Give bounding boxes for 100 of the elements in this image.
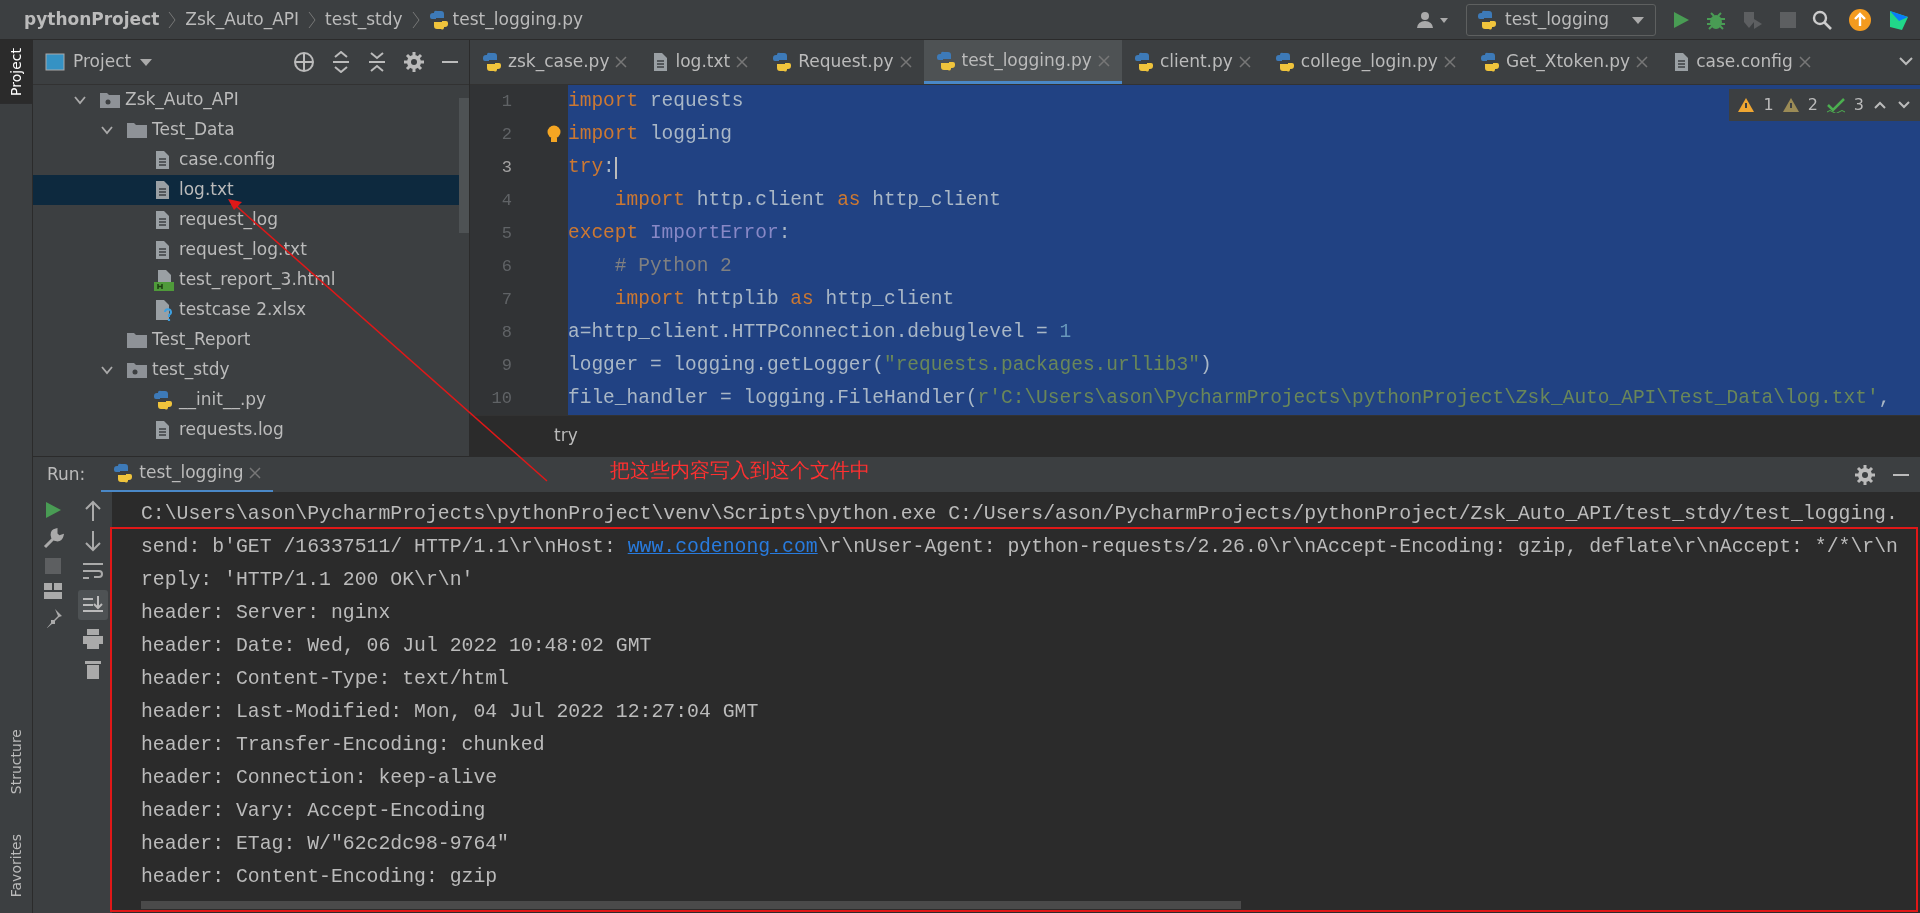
close-icon[interactable]: [615, 56, 628, 68]
text-file-icon: [153, 180, 171, 200]
close-icon[interactable]: [1238, 56, 1251, 68]
console-line: send: b'GET /16337511/ HTTP/1.1\r\nHost: www.codenong.com\r\nUser-Agent: python-requests/2.26.0\r\nAccept-Encoding: gzip, deflate\r\nAccept: */*\r\n: [141, 531, 1920, 564]
folder-icon: [126, 331, 148, 349]
editor-tab[interactable]: case.config: [1660, 40, 1823, 84]
close-icon[interactable]: [736, 56, 749, 68]
chevron-icon: [307, 9, 318, 30]
console-line: header: Last-Modified: Mon, 04 Jul 2022 12:27:04 GMT: [141, 699, 760, 725]
text-file-icon: [651, 52, 670, 72]
close-icon[interactable]: [1636, 56, 1649, 68]
editor-tab[interactable]: Request.py: [760, 40, 924, 84]
code-breadcrumb[interactable]: try: [554, 422, 578, 449]
user-icon[interactable]: [1416, 9, 1450, 30]
python-icon: [113, 463, 134, 483]
expanded-icon[interactable]: [100, 125, 114, 135]
run-icon[interactable]: [1672, 9, 1690, 30]
code-line: file_handler = logging.FileHandler(r'C:\Users\ason\PycharmProjects\pythonProject\Zsk_Auto_API\Test_Data\log.txt',: [568, 385, 1891, 411]
tree-item[interactable]: Test_Data: [33, 115, 459, 145]
link[interactable]: www.codenong.com: [627, 532, 818, 563]
search-icon[interactable]: [1812, 9, 1832, 30]
line-number: 3: [500, 156, 512, 179]
text-file-icon: [153, 210, 171, 230]
annotation-text: 把这些内容写入到这个文件中: [610, 457, 870, 484]
soft-wrap-icon[interactable]: [81, 560, 104, 582]
unknown-file-icon: [153, 299, 175, 321]
editor-tab[interactable]: log.txt: [639, 40, 761, 84]
settings-icon[interactable]: [1854, 463, 1876, 486]
code-line: # Python 2: [614, 253, 732, 279]
python-file-icon: [428, 9, 449, 30]
editor-tab[interactable]: client.py: [1121, 40, 1263, 84]
console-line: header: Content-Type: text/html: [141, 666, 510, 692]
text-file-icon: [1672, 52, 1691, 72]
locate-icon[interactable]: [293, 51, 315, 73]
weak-warning-icon: [1781, 97, 1800, 113]
caret-icon: [139, 57, 154, 67]
side-tab[interactable]: Structure: [0, 720, 33, 802]
python-file-icon: [1274, 52, 1295, 72]
editor-tab[interactable]: zsk_case.py: [470, 40, 640, 84]
python-file-icon: [935, 50, 956, 71]
editor-tab[interactable]: Get_Xtoken.py: [1467, 40, 1661, 84]
settings-icon[interactable]: [403, 51, 425, 73]
breadcrumb-item[interactable]: test_stdy: [325, 6, 403, 33]
breadcrumb-item[interactable]: pythonProject: [24, 6, 160, 33]
typo-check-icon: [1825, 97, 1846, 113]
arrow-up-icon[interactable]: [83, 500, 102, 522]
expanded-icon[interactable]: [100, 365, 114, 375]
run-config-dropdown[interactable]: test_logging: [1466, 3, 1656, 36]
side-tab[interactable]: Project: [0, 40, 33, 104]
code-line: import logging: [568, 121, 732, 147]
trash-icon[interactable]: [83, 658, 102, 680]
text-file-icon: [153, 420, 171, 440]
caret-icon: [1631, 14, 1645, 25]
layout-icon[interactable]: [43, 582, 63, 600]
code-line: import requests: [568, 88, 744, 114]
module-folder-icon: [99, 91, 121, 109]
scrollbar-thumb[interactable]: [141, 901, 1241, 909]
tree-item[interactable]: Zsk_Auto_API: [33, 85, 459, 115]
console-line: header: Transfer-Encoding: chunked: [141, 732, 546, 758]
code-line: try:: [568, 154, 617, 181]
tree-item[interactable]: Test_Report: [33, 325, 459, 355]
expand-all-icon[interactable]: [331, 51, 351, 73]
close-icon[interactable]: [1443, 56, 1456, 68]
code-line: logger = logging.getLogger("requests.packages.urllib3"): [568, 352, 1212, 378]
python-file-icon: [1479, 52, 1500, 72]
code-line: import http.client as http_client: [614, 187, 1001, 213]
side-tab[interactable]: Favorites: [0, 825, 33, 905]
tree-item[interactable]: log.txt: [33, 175, 459, 205]
print-icon[interactable]: [81, 628, 104, 650]
wrench-icon[interactable]: [42, 528, 64, 550]
update-icon[interactable]: [1848, 7, 1872, 32]
python-file-icon: [153, 390, 173, 410]
python-file-icon: [772, 52, 793, 72]
tree-item[interactable]: requests.log: [33, 415, 459, 445]
tree-item[interactable]: case.config: [33, 145, 459, 175]
editor-tab[interactable]: test_logging.py: [923, 40, 1122, 84]
console-line: header: Server: nginx: [141, 600, 392, 626]
tree-item[interactable]: __init__.py: [33, 385, 459, 415]
console-line: header: Vary: Accept-Encoding: [141, 798, 487, 824]
arrow-down-icon[interactable]: [83, 530, 102, 552]
breadcrumb-item[interactable]: test_logging.py: [452, 6, 583, 33]
expanded-icon[interactable]: [73, 95, 87, 105]
bug-icon[interactable]: [1706, 9, 1726, 30]
collapse-all-icon[interactable]: [367, 51, 387, 73]
rerun-icon[interactable]: [43, 500, 63, 520]
tree-item[interactable]: testcase 2.xlsx: [33, 295, 459, 325]
project-view-dropdown[interactable]: Project: [45, 49, 154, 75]
inspection-widget[interactable]: 1 2 3: [1729, 89, 1920, 121]
close-icon[interactable]: [249, 467, 262, 479]
console-line: C:\Users\ason\PycharmProjects\pythonProject\venv\Scripts\python.exe C:/Users/ason/PycharmProjects/pythonProject/Zsk_Auto_API/test_stdy/test_logging.: [141, 501, 1899, 527]
close-icon[interactable]: [1798, 56, 1811, 68]
folder-icon: [126, 121, 148, 139]
editor-tab[interactable]: college_login.py: [1262, 40, 1468, 84]
chevron-icon: [167, 9, 178, 30]
breadcrumb-item[interactable]: Zsk_Auto_API: [185, 6, 300, 33]
tree-item[interactable]: test_stdy: [33, 355, 459, 385]
python-file-icon: [482, 52, 502, 72]
scroll-to-end-icon[interactable]: [77, 590, 108, 620]
scrollbar-thumb[interactable]: [459, 98, 469, 233]
close-icon[interactable]: [899, 56, 912, 68]
